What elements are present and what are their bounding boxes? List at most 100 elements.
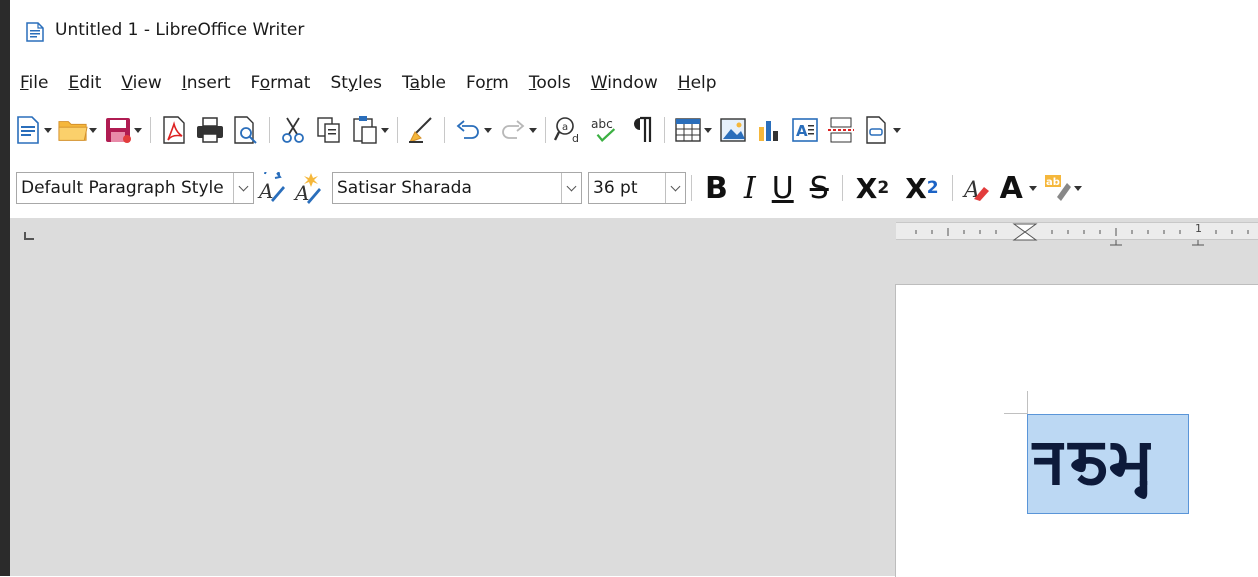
paragraph-style-value: Default Paragraph Style bbox=[21, 178, 224, 198]
bold-button[interactable]: B bbox=[705, 170, 728, 206]
superscript-base: X bbox=[855, 171, 878, 205]
clone-formatting-icon[interactable] bbox=[406, 114, 436, 146]
redo-icon[interactable] bbox=[498, 114, 528, 146]
strikethrough-label: S bbox=[809, 170, 829, 206]
menu-file[interactable]: File bbox=[18, 73, 50, 93]
undo-dropdown-arrow[interactable] bbox=[483, 114, 493, 146]
horizontal-ruler[interactable]: 1 bbox=[896, 218, 1258, 246]
insert-text-box-icon[interactable]: A bbox=[790, 114, 820, 146]
menu-label-prefix: St bbox=[330, 73, 348, 93]
menu-label-rest: ile bbox=[28, 73, 49, 93]
svg-text:abc: abc bbox=[591, 117, 613, 131]
copy-icon[interactable] bbox=[314, 114, 344, 146]
highlighting-dropdown-arrow[interactable] bbox=[1073, 172, 1083, 204]
toolbar-separator bbox=[664, 117, 665, 143]
menu-label-rest: nsert bbox=[186, 73, 231, 93]
menu-mnemonic: V bbox=[121, 73, 133, 93]
menu-format[interactable]: Format bbox=[249, 73, 313, 93]
title-bar: Untitled 1 - LibreOffice Writer bbox=[10, 0, 1258, 64]
window-title: Untitled 1 - LibreOffice Writer bbox=[55, 20, 305, 40]
menu-styles[interactable]: Styles bbox=[328, 73, 384, 93]
menu-edit[interactable]: Edit bbox=[66, 73, 103, 93]
insert-page-break-icon[interactable] bbox=[826, 114, 856, 146]
indent-marker-icon bbox=[1012, 223, 1038, 241]
svg-text:d: d bbox=[572, 132, 579, 145]
svg-text:A: A bbox=[796, 122, 808, 140]
document-page[interactable]: 𑆤𑆨𑆩𑆶 bbox=[895, 284, 1258, 577]
print-icon[interactable] bbox=[195, 114, 225, 146]
cut-icon[interactable] bbox=[278, 114, 308, 146]
undo-icon[interactable] bbox=[453, 114, 483, 146]
menu-label-prefix: F bbox=[250, 73, 260, 93]
update-style-icon[interactable]: A bbox=[257, 172, 287, 204]
new-dropdown-arrow[interactable] bbox=[43, 114, 53, 146]
menu-label-rest: iew bbox=[132, 73, 162, 93]
subscript-mark: 2 bbox=[926, 178, 939, 198]
new-document-icon[interactable] bbox=[13, 114, 43, 146]
strikethrough-button[interactable]: S bbox=[810, 170, 829, 206]
bold-label: B bbox=[705, 170, 728, 206]
save-dropdown-arrow[interactable] bbox=[133, 114, 143, 146]
selected-text[interactable]: 𑆤𑆨𑆩𑆶 bbox=[1031, 413, 1154, 513]
paste-icon[interactable] bbox=[350, 114, 380, 146]
subscript-button[interactable]: X2 bbox=[905, 170, 938, 206]
formatting-marks-icon[interactable] bbox=[626, 114, 656, 146]
menu-table[interactable]: Table bbox=[400, 73, 448, 93]
menu-label-prefix: Fo bbox=[466, 73, 486, 93]
insert-table-dropdown-arrow[interactable] bbox=[703, 114, 713, 146]
open-dropdown-arrow[interactable] bbox=[88, 114, 98, 146]
underline-label: U bbox=[771, 170, 794, 206]
export-pdf-icon[interactable] bbox=[159, 114, 189, 146]
insert-field-icon[interactable] bbox=[862, 114, 892, 146]
insert-table-icon[interactable] bbox=[673, 114, 703, 146]
svg-text:A: A bbox=[257, 179, 273, 203]
font-size-combo[interactable]: 36 pt bbox=[588, 172, 686, 204]
insert-field-dropdown-arrow[interactable] bbox=[892, 114, 902, 146]
spelling-icon[interactable]: abc bbox=[590, 114, 620, 146]
menu-view[interactable]: View bbox=[119, 73, 163, 93]
ruler-tab-stops bbox=[1110, 240, 1204, 246]
font-name-combo[interactable]: Satisar Sharada bbox=[332, 172, 582, 204]
clear-formatting-icon[interactable]: A bbox=[961, 172, 991, 204]
italic-label: I bbox=[743, 170, 756, 206]
menu-mnemonic: a bbox=[409, 73, 421, 93]
insert-image-icon[interactable] bbox=[718, 114, 748, 146]
superscript-button[interactable]: X2 bbox=[856, 170, 889, 206]
menu-label-rest: rmat bbox=[270, 73, 311, 93]
menu-insert[interactable]: Insert bbox=[180, 73, 233, 93]
redo-dropdown-arrow[interactable] bbox=[528, 114, 538, 146]
menu-mnemonic: o bbox=[259, 73, 271, 93]
font-color-button[interactable]: A bbox=[1000, 170, 1023, 206]
font-size-value: 36 pt bbox=[593, 178, 638, 198]
open-folder-icon[interactable] bbox=[58, 114, 88, 146]
italic-button[interactable]: I bbox=[744, 170, 756, 206]
toolbar-separator bbox=[150, 117, 151, 143]
standard-toolbar: ad abc A bbox=[10, 104, 1258, 156]
chevron-down-icon[interactable] bbox=[561, 173, 581, 203]
print-preview-icon[interactable] bbox=[231, 114, 261, 146]
document-workspace[interactable]: 1 𑆤𑆨𑆩𑆶 bbox=[10, 218, 1258, 577]
paragraph-style-combo[interactable]: Default Paragraph Style bbox=[16, 172, 254, 204]
menu-label-rest: ools bbox=[536, 73, 571, 93]
menu-mnemonic: H bbox=[677, 73, 691, 93]
paste-dropdown-arrow[interactable] bbox=[380, 114, 390, 146]
highlighting-color-icon[interactable]: ab bbox=[1043, 172, 1073, 204]
save-icon[interactable] bbox=[103, 114, 133, 146]
ruler-number: 1 bbox=[1195, 222, 1202, 235]
superscript-mark: 2 bbox=[877, 178, 890, 198]
underline-button[interactable]: U bbox=[772, 170, 794, 206]
menu-help[interactable]: Help bbox=[676, 73, 719, 93]
insert-chart-icon[interactable] bbox=[754, 114, 784, 146]
menu-mnemonic: W bbox=[590, 73, 608, 93]
chevron-down-icon[interactable] bbox=[233, 173, 253, 203]
new-style-icon[interactable]: A bbox=[293, 172, 323, 204]
chevron-down-icon[interactable] bbox=[665, 173, 685, 203]
menu-form[interactable]: Form bbox=[464, 73, 511, 93]
menu-window[interactable]: Window bbox=[589, 73, 660, 93]
font-color-dropdown-arrow[interactable] bbox=[1028, 172, 1038, 204]
menu-mnemonic: F bbox=[20, 73, 29, 93]
menu-tools[interactable]: Tools bbox=[527, 73, 573, 93]
menu-label-rest: les bbox=[357, 73, 383, 93]
find-replace-icon[interactable]: ad bbox=[554, 114, 584, 146]
tab-stop-type-icon[interactable] bbox=[24, 232, 34, 240]
